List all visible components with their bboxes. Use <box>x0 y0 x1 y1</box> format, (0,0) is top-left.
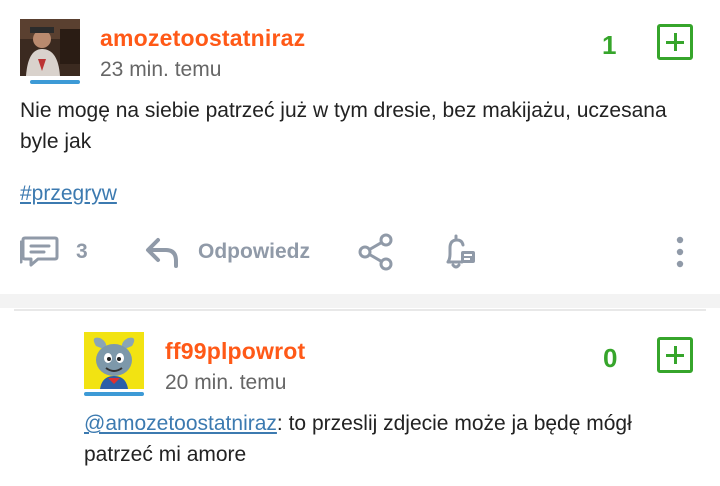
reply-vote-count: 0 <box>603 343 618 373</box>
post-plus-vote-button[interactable] <box>657 24 693 60</box>
reply-time: 20 min. temu <box>165 371 287 394</box>
notification-button[interactable] <box>440 232 480 272</box>
post-tag[interactable]: #przegryw <box>20 182 117 206</box>
reply-body: @amozetoostatniraz: to przeslij zdjecie … <box>84 408 684 470</box>
share-button[interactable] <box>356 232 396 272</box>
reply-icon <box>146 238 178 268</box>
section-divider <box>0 294 720 308</box>
divider-line <box>14 309 706 311</box>
notification-icon <box>446 234 475 269</box>
post-username[interactable]: amozetoostatniraz <box>100 25 305 52</box>
post-body: Nie mogę na siebie patrzeć już w tym dre… <box>20 99 667 153</box>
reply-username[interactable]: ff99plpowrot <box>165 338 305 365</box>
reply-label: Odpowiedz <box>198 240 310 263</box>
reply-button[interactable]: Odpowiedz <box>144 234 324 270</box>
post-vote-count: 1 <box>602 30 617 60</box>
comment-count: 3 <box>76 240 88 263</box>
reply-plus-vote-button[interactable] <box>657 337 693 373</box>
share-icon <box>358 233 393 271</box>
reply-avatar[interactable] <box>84 332 144 389</box>
comment-icon <box>20 236 59 267</box>
post-time: 23 min. temu <box>100 58 222 81</box>
comment-button[interactable]: 3 <box>20 234 100 270</box>
more-icon <box>676 236 684 268</box>
post-avatar[interactable] <box>20 19 80 76</box>
more-button[interactable] <box>668 234 692 270</box>
post-avatar-underline <box>30 80 80 84</box>
reply-mention[interactable]: @amozetoostatniraz <box>84 412 277 435</box>
reply-avatar-underline <box>84 392 144 396</box>
